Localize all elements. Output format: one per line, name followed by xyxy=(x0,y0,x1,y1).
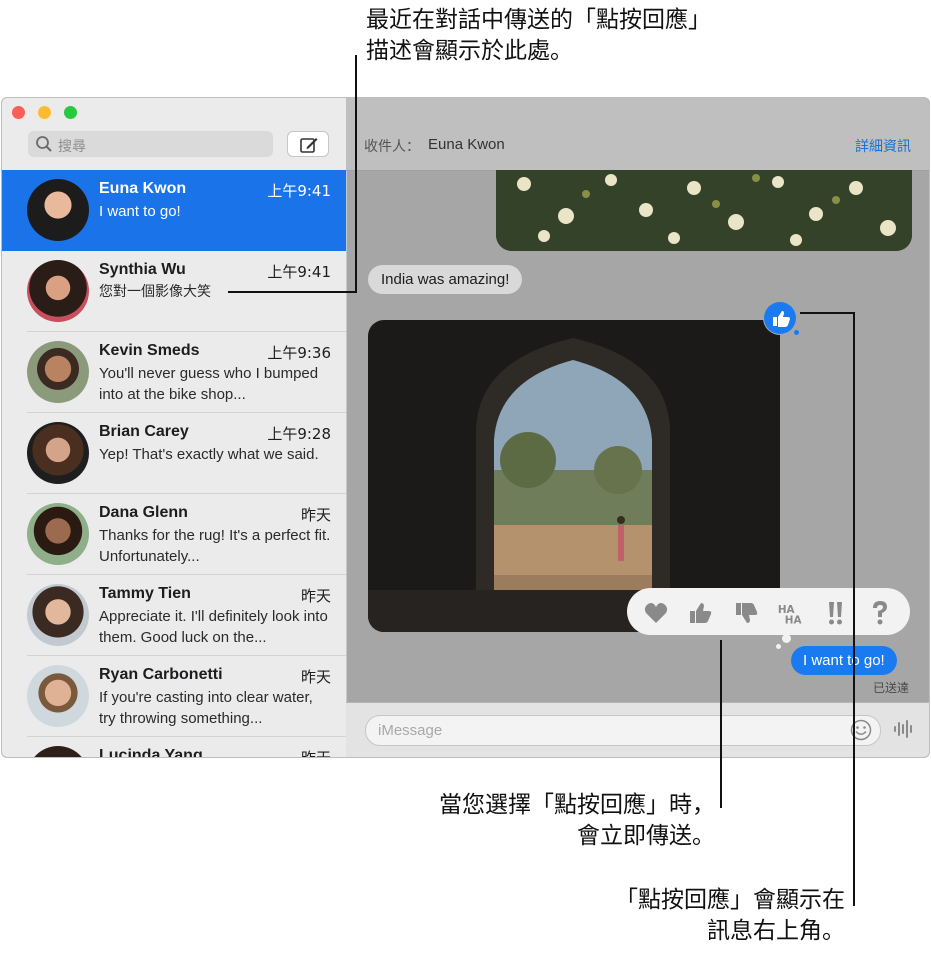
exclamation-icon xyxy=(829,602,842,625)
flower-photo[interactable] xyxy=(496,170,912,251)
close-window-button[interactable] xyxy=(12,106,25,119)
contact-name: Synthia Wu xyxy=(99,261,186,278)
haha-icon: HA HA xyxy=(778,604,802,626)
contact-name: Dana Glenn xyxy=(99,504,188,521)
message-time: 昨天 xyxy=(300,587,331,605)
message-time: 昨天 xyxy=(300,668,331,686)
message-time: 昨天 xyxy=(300,506,331,524)
leader-line-middle xyxy=(720,640,722,808)
thumbs-down-icon xyxy=(736,603,758,623)
message-preview: You'll never guess who I bumped into at … xyxy=(99,365,319,403)
flower-photo-image xyxy=(496,170,912,251)
callout-top: 最近在對話中傳送的「點按回應」 描述會顯示於此處。 xyxy=(366,5,711,67)
callout-mid-line2: 會立即傳送。 xyxy=(577,823,715,849)
message-input-placeholder: iMessage xyxy=(378,722,443,739)
sent-message[interactable]: I want to go! xyxy=(791,646,897,675)
received-message[interactable]: India was amazing! xyxy=(368,265,523,294)
avatar xyxy=(27,584,89,646)
conversation-row-kevin-smeds[interactable]: Kevin Smeds 上午9:36 You'll never guess wh… xyxy=(2,332,346,413)
arch-photo[interactable] xyxy=(368,320,780,632)
callout-top-line2: 描述會顯示於此處。 xyxy=(366,38,573,64)
thumbs-up-icon xyxy=(773,311,790,327)
minimize-window-button[interactable] xyxy=(38,106,51,119)
message-input[interactable]: iMessage xyxy=(365,715,881,746)
tapback-tail-dot xyxy=(794,330,799,335)
message-input-bar: iMessage xyxy=(346,702,929,757)
callout-bottom: 「點按回應」會顯示在 訊息右上角。 xyxy=(560,885,845,947)
callout-bottom-line1: 「點按回應」會顯示在 xyxy=(615,887,845,913)
conversation-row-brian-carey[interactable]: Brian Carey 上午9:28 Yep! That's exactly w… xyxy=(2,413,346,494)
to-label: 收件人： xyxy=(364,139,420,155)
message-time: 上午9:28 xyxy=(267,425,331,443)
tapback-panel-tail-large xyxy=(782,634,791,643)
avatar xyxy=(27,179,89,241)
avatar xyxy=(27,503,89,565)
message-preview: Thanks for the rug! It's a perfect fit. … xyxy=(99,527,331,565)
avatar xyxy=(27,665,89,727)
details-button[interactable]: 詳細資訊 xyxy=(855,136,911,156)
message-preview: Yep! That's exactly what we said. xyxy=(99,446,319,463)
conversation-row-lucinda-yang[interactable]: Lucinda Yang 昨天 xyxy=(2,737,346,758)
contact-name: Euna Kwon xyxy=(99,180,187,197)
search-placeholder: 搜尋 xyxy=(58,139,86,155)
message-time: 上午9:41 xyxy=(267,182,331,200)
conversation-row-euna-kwon[interactable]: Euna Kwon 上午9:41 I want to go! xyxy=(2,170,346,251)
avatar xyxy=(27,746,89,757)
recipient-name[interactable]: Euna Kwon xyxy=(428,136,505,153)
zoom-window-button[interactable] xyxy=(64,106,77,119)
search-field[interactable]: 搜尋 xyxy=(28,131,273,157)
tapback-haha-button[interactable]: HA HA xyxy=(777,600,803,626)
svg-text:HA: HA xyxy=(785,614,802,626)
message-preview: If you're casting into clear water, try … xyxy=(99,689,313,727)
message-time: 上午9:36 xyxy=(267,344,331,362)
conversation-row-ryan-carbonetti[interactable]: Ryan Carbonetti 昨天 If you're casting int… xyxy=(2,656,346,737)
contact-name: Kevin Smeds xyxy=(99,342,200,359)
compose-button[interactable] xyxy=(287,131,329,157)
compose-icon xyxy=(300,138,318,153)
messages-window: 搜尋 Euna Kwon 上午9:41 I want to go! Synthi… xyxy=(1,97,930,758)
arch-photo-image xyxy=(368,320,780,632)
leader-line-bottom-horizontal xyxy=(800,312,855,314)
message-preview: I want to go! xyxy=(99,203,181,220)
audio-message-icon[interactable] xyxy=(893,719,915,739)
leader-line-top-horizontal xyxy=(228,291,357,293)
avatar xyxy=(27,341,89,403)
tapback-heart-button[interactable] xyxy=(643,600,669,626)
tapback-emphasize-button[interactable] xyxy=(823,600,849,626)
tapback-like-button[interactable] xyxy=(687,600,713,626)
avatar xyxy=(27,260,89,322)
contact-name: Ryan Carbonetti xyxy=(99,666,223,683)
callout-bottom-line2: 訊息右上角。 xyxy=(707,918,845,944)
callout-middle: 當您選擇「點按回應」時， 會立即傳送。 xyxy=(380,790,715,852)
conversation-header: 收件人： Euna Kwon 詳細資訊 xyxy=(346,98,929,171)
conversation-row-tammy-tien[interactable]: Tammy Tien 昨天 Appreciate it. I'll defini… xyxy=(2,575,346,656)
tapback-panel: HA HA xyxy=(627,588,910,635)
message-time: 昨天 xyxy=(300,749,331,758)
heart-icon xyxy=(644,603,668,623)
callout-top-line1: 最近在對話中傳送的「點按回應」 xyxy=(366,7,711,33)
message-time: 上午9:41 xyxy=(267,263,331,281)
tapback-panel-tail-small xyxy=(776,644,781,649)
thumbs-up-icon xyxy=(690,603,712,623)
conversation-pane: 收件人： Euna Kwon 詳細資訊 India was amazing! H… xyxy=(346,98,929,757)
contact-name: Brian Carey xyxy=(99,423,189,440)
leader-line-bottom-vertical xyxy=(853,312,855,906)
search-icon xyxy=(36,136,52,152)
delivered-status: 已送達 xyxy=(873,681,910,695)
callout-mid-line1: 當您選擇「點按回應」時， xyxy=(439,792,715,818)
conversation-sidebar: 搜尋 Euna Kwon 上午9:41 I want to go! Synthi… xyxy=(2,98,347,757)
tapback-dislike-button[interactable] xyxy=(733,600,759,626)
question-icon xyxy=(873,601,887,625)
message-preview: Appreciate it. I'll definitely look into… xyxy=(99,608,328,646)
conversation-row-dana-glenn[interactable]: Dana Glenn 昨天 Thanks for the rug! It's a… xyxy=(2,494,346,575)
leader-line-top-vertical xyxy=(355,55,357,293)
avatar xyxy=(27,422,89,484)
contact-name: Tammy Tien xyxy=(99,585,191,602)
tapback-question-button[interactable] xyxy=(867,600,893,626)
contact-name: Lucinda Yang xyxy=(99,747,203,758)
tapback-indicator xyxy=(764,302,796,334)
